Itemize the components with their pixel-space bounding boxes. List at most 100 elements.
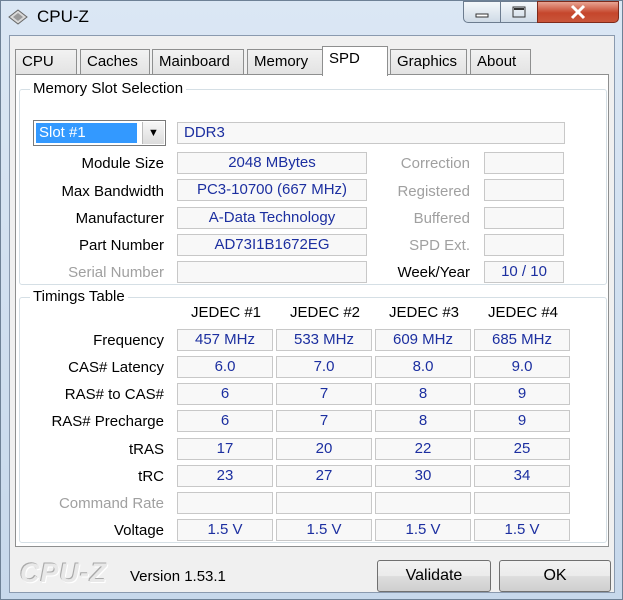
timing-cell: 7 <box>276 383 372 405</box>
tab-label: Graphics <box>397 53 458 70</box>
tab-label: Caches <box>87 53 138 70</box>
spd-ext-label: SPD Ext. <box>409 237 470 254</box>
slot-select[interactable]: Slot #1 ▼ <box>33 120 166 146</box>
command-rate-label: Command Rate <box>58 495 164 512</box>
tab-label: Mainboard <box>159 53 230 70</box>
week-year-label: Week/Year <box>397 264 470 281</box>
memory-type-field: DDR3 <box>177 122 565 144</box>
timing-cell: 20 <box>276 438 372 460</box>
timing-cell: 6 <box>177 410 273 432</box>
group-title: Timings Table <box>30 288 128 305</box>
timing-cell <box>276 492 372 514</box>
ras-precharge-label: RAS# Precharge <box>51 413 164 430</box>
cas-latency-label: CAS# Latency <box>68 359 164 376</box>
registered-value <box>484 179 564 201</box>
tab-label: SPD <box>329 50 360 67</box>
tab-cpu[interactable]: CPU <box>15 49 77 75</box>
timing-cell: 1.5 V <box>474 519 570 541</box>
chevron-down-icon[interactable]: ▼ <box>142 122 164 144</box>
timing-cell: 1.5 V <box>276 519 372 541</box>
serial-number-label: Serial Number <box>68 264 164 281</box>
week-year-value: 10 / 10 <box>484 261 564 283</box>
timing-cell: 23 <box>177 465 273 487</box>
tab-graphics[interactable]: Graphics <box>390 49 467 75</box>
tab-spd[interactable]: SPD <box>322 46 388 76</box>
column-header: JEDEC #4 <box>487 304 559 321</box>
cpuz-window: CPU-Z CPU Caches Mainboard Memory SPD Gr… <box>0 0 623 600</box>
timing-cell: 9.0 <box>474 356 570 378</box>
close-button[interactable] <box>537 1 619 23</box>
timing-cell: 6 <box>177 383 273 405</box>
minimize-icon <box>475 13 489 18</box>
spd-ext-value <box>484 234 564 256</box>
timings-group: Timings Table JEDEC #1 JEDEC #2 JEDEC #3… <box>19 288 607 543</box>
tab-label: Memory <box>254 53 309 70</box>
timing-cell: 34 <box>474 465 570 487</box>
timing-cell: 1.5 V <box>177 519 273 541</box>
tab-label: CPU <box>22 53 54 70</box>
timing-cell: 8.0 <box>375 356 471 378</box>
memory-slot-group: Memory Slot Selection Slot #1 ▼ DDR3 Mod… <box>19 80 607 285</box>
spd-panel: Memory Slot Selection Slot #1 ▼ DDR3 Mod… <box>15 74 609 547</box>
version-label: Version 1.53.1 <box>130 568 226 585</box>
column-header: JEDEC #3 <box>388 304 460 321</box>
column-header: JEDEC #2 <box>289 304 361 321</box>
buffered-label: Buffered <box>413 210 470 227</box>
title-bar[interactable]: CPU-Z <box>1 1 622 35</box>
timing-cell: 9 <box>474 383 570 405</box>
ras-to-cas-label: RAS# to CAS# <box>64 386 164 403</box>
correction-value <box>484 152 564 174</box>
minimize-button[interactable] <box>463 1 501 23</box>
max-bandwidth-value: PC3-10700 (667 MHz) <box>177 179 367 201</box>
timing-cell: 533 MHz <box>276 329 372 351</box>
close-icon <box>570 4 586 20</box>
column-header: JEDEC #1 <box>190 304 262 321</box>
timing-cell: 17 <box>177 438 273 460</box>
validate-button[interactable]: Validate <box>377 560 491 592</box>
timing-cell: 457 MHz <box>177 329 273 351</box>
timing-cell: 1.5 V <box>375 519 471 541</box>
slot-select-value: Slot #1 <box>36 123 137 143</box>
module-size-label: Module Size <box>81 155 164 172</box>
part-number-label: Part Number <box>78 237 164 254</box>
tab-label: About <box>477 53 517 70</box>
maximize-button[interactable] <box>500 1 538 23</box>
correction-label: Correction <box>400 155 470 172</box>
manufacturer-label: Manufacturer <box>75 210 164 227</box>
timing-cell: 9 <box>474 410 570 432</box>
tab-memory[interactable]: Memory <box>247 49 323 75</box>
tab-caches[interactable]: Caches <box>80 49 150 75</box>
timing-cell: 22 <box>375 438 471 460</box>
timing-cell: 30 <box>375 465 471 487</box>
buffered-value <box>484 207 564 229</box>
tab-about[interactable]: About <box>470 49 531 75</box>
maximize-icon <box>512 6 526 18</box>
timing-cell: 27 <box>276 465 372 487</box>
app-icon <box>8 9 28 25</box>
timing-cell: 609 MHz <box>375 329 471 351</box>
client-area: CPU Caches Mainboard Memory SPD Graphics… <box>9 35 615 593</box>
part-number-value: AD73I1B1672EG <box>177 234 367 256</box>
timing-cell: 7.0 <box>276 356 372 378</box>
registered-label: Registered <box>397 183 470 200</box>
timing-cell: 8 <box>375 410 471 432</box>
module-size-value: 2048 MBytes <box>177 152 367 174</box>
tras-label: tRAS <box>128 441 164 458</box>
timing-cell: 685 MHz <box>474 329 570 351</box>
serial-number-value <box>177 261 367 283</box>
timing-cell: 8 <box>375 383 471 405</box>
max-bandwidth-label: Max Bandwidth <box>61 183 164 200</box>
tab-mainboard[interactable]: Mainboard <box>152 49 244 75</box>
timing-cell: 25 <box>474 438 570 460</box>
ok-button[interactable]: OK <box>499 560 611 592</box>
timing-cell: 7 <box>276 410 372 432</box>
timing-cell <box>375 492 471 514</box>
manufacturer-value: A-Data Technology <box>177 207 367 229</box>
timing-cell: 6.0 <box>177 356 273 378</box>
cpuz-logo: CPU-Z <box>20 558 108 588</box>
trc-label: tRC <box>138 468 164 485</box>
voltage-label: Voltage <box>113 522 164 539</box>
group-title: Memory Slot Selection <box>30 80 187 97</box>
timing-cell <box>177 492 273 514</box>
frequency-label: Frequency <box>93 332 164 349</box>
